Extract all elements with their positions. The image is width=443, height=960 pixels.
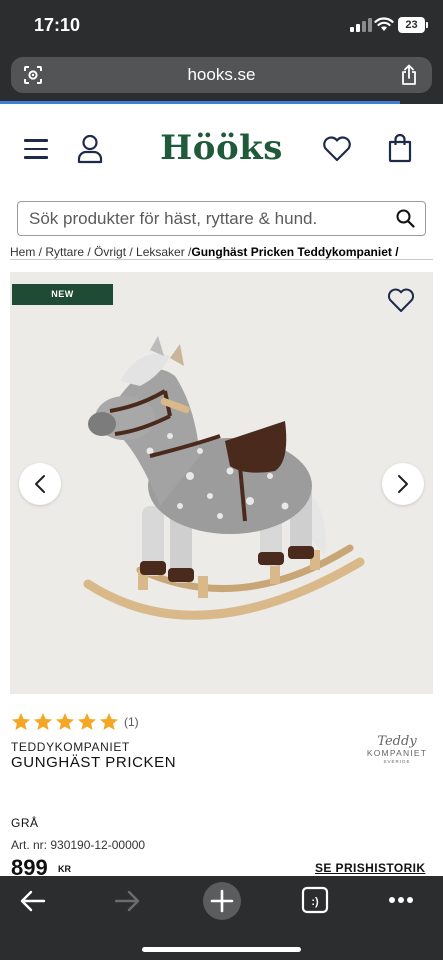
address-bar[interactable]: hooks.se [11,57,432,93]
brand-logo-caps: KOMPANIET [366,748,428,758]
status-bar: 17:10 23 [0,0,443,50]
product-image-carousel[interactable]: NEW [10,272,433,694]
forward-arrow-icon[interactable] [114,890,140,912]
back-arrow-icon[interactable] [20,890,46,912]
site-header: Hööks [0,104,443,194]
brand-logo-script: Teddy [377,734,417,749]
battery-icon: 23 [398,17,428,33]
star-icon [34,713,52,730]
url-text: hooks.se [187,65,256,84]
chevron-right-icon [398,475,408,493]
carousel-next-button[interactable] [382,463,424,505]
star-icon [56,713,74,730]
price-currency: KR [58,864,71,874]
article-number: Art. nr: 930190-12-00000 [11,838,146,852]
rating-stars [11,712,121,732]
shopping-bag-icon[interactable] [387,133,413,163]
rocking-horse-image [83,336,365,620]
breadcrumb-current: Gunghäst Pricken Teddykompaniet / [191,245,399,259]
new-badge: NEW [12,284,113,305]
star-icon [100,713,118,730]
breadcrumb: Hem / Ryttare / Övrigt / Leksaker / Gung… [10,245,440,259]
wishlist-heart-icon[interactable] [322,136,352,162]
product-brand[interactable]: TEDDYKOMPANIET [11,740,130,754]
brand-logo[interactable]: Teddy KOMPANIET SVERIGE [362,734,432,764]
svg-text::): :) [311,896,319,908]
home-indicator [142,947,301,952]
price-history-link[interactable]: SE PRISHISTORIK [315,861,425,875]
product-rating[interactable]: (1) [11,712,139,732]
share-icon[interactable] [400,64,418,86]
browser-toolbar-top: hooks.se [0,50,443,104]
tabs-icon[interactable]: :) [301,886,329,914]
rating-count: (1) [124,715,139,729]
new-tab-plus-icon[interactable] [202,881,242,921]
brand-logo-subtext: SVERIGE [383,759,411,764]
star-icon [78,713,96,730]
product-title: GUNGHÄST PRICKEN [11,754,177,771]
add-to-wishlist-icon[interactable] [387,288,415,313]
carousel-prev-button[interactable] [19,463,61,505]
status-time: 17:10 [34,15,81,35]
divider [10,259,433,260]
wifi-icon [374,17,394,31]
breadcrumb-path[interactable]: Hem / Ryttare / Övrigt / Leksaker / [10,245,191,259]
search-placeholder: Sök produkter för häst, ryttare & hund. [29,209,318,228]
more-options-icon[interactable] [388,896,414,904]
star-icon [12,713,30,730]
cellular-signal-icon [350,18,372,32]
product-color: GRÅ [11,816,39,830]
chevron-left-icon [35,475,45,493]
search-icon[interactable] [396,209,415,228]
search-input[interactable]: Sök produkter för häst, ryttare & hund. [17,201,426,236]
site-logo[interactable]: Hööks [0,128,443,168]
